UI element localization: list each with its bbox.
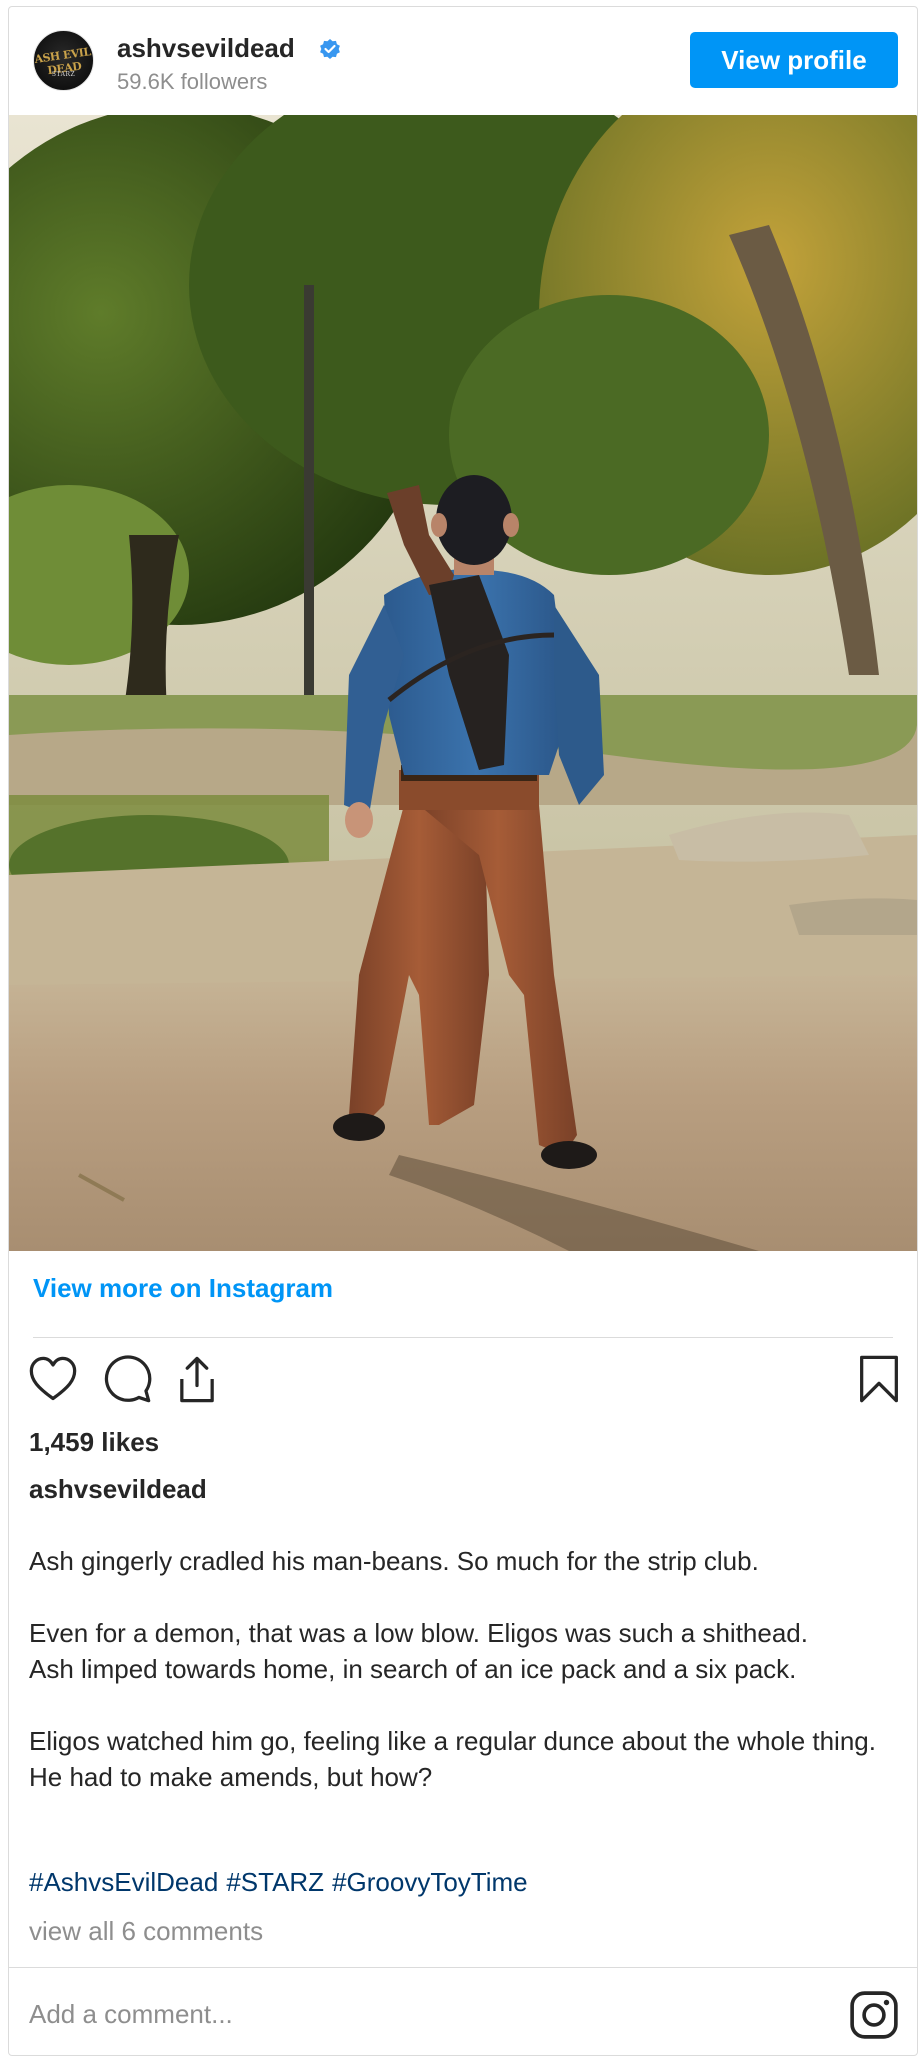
caption-line: Ash gingerly cradled his man-beans. So m… [29, 1546, 759, 1576]
hashtag-link[interactable]: #GroovyToyTime [332, 1867, 528, 1897]
instagram-logo-icon[interactable] [849, 1990, 899, 2040]
instagram-embed-card: ASH EVIL DEAD STARZ ashvsevildead 59.6K … [8, 6, 918, 2056]
caption-username[interactable]: ashvsevildead [29, 1474, 207, 1505]
caption-line: Ash limped towards home, in search of an… [29, 1654, 797, 1684]
like-button[interactable] [27, 1353, 79, 1405]
share-button[interactable] [171, 1353, 223, 1405]
caption-paragraph: Ash gingerly cradled his man-beans. So m… [29, 1543, 909, 1579]
caption-line: He had to make amends, but how? [29, 1762, 433, 1792]
save-button[interactable] [853, 1353, 905, 1405]
view-profile-button[interactable]: View profile [690, 32, 898, 88]
post-photo[interactable] [9, 115, 917, 1251]
caption-line: Eligos watched him go, feeling like a re… [29, 1726, 876, 1756]
avatar-logo-subtext: STARZ [51, 71, 76, 78]
avatar[interactable]: ASH EVIL DEAD STARZ [33, 30, 94, 91]
share-icon [180, 1356, 214, 1403]
hashtag-link[interactable]: #STARZ [226, 1867, 324, 1897]
view-more-on-instagram-link[interactable]: View more on Instagram [33, 1273, 333, 1304]
caption-paragraph: Even for a demon, that was a low blow. E… [29, 1615, 909, 1687]
post-header: ASH EVIL DEAD STARZ ashvsevildead 59.6K … [9, 7, 917, 115]
caption-paragraph: Eligos watched him go, feeling like a re… [29, 1723, 909, 1795]
caption-line: Even for a demon, that was a low blow. E… [29, 1618, 808, 1648]
comment-button[interactable] [101, 1353, 153, 1405]
verified-badge-icon [320, 39, 340, 59]
divider [9, 1967, 917, 1968]
heart-icon [29, 1356, 77, 1401]
like-count[interactable]: 1,459 likes [29, 1427, 159, 1458]
divider [33, 1337, 893, 1338]
follower-count: 59.6K followers [117, 69, 268, 94]
comment-bubble-icon [104, 1355, 152, 1403]
add-comment-input[interactable]: Add a comment... [29, 1999, 233, 2030]
post-image [9, 115, 917, 1251]
caption: Ash gingerly cradled his man-beans. So m… [29, 1543, 909, 1831]
profile-username[interactable]: ashvsevildead [117, 33, 295, 64]
view-all-comments-link[interactable]: view all 6 comments [29, 1916, 263, 1947]
bookmark-icon [860, 1355, 898, 1403]
hashtags: #AshvsEvilDead #STARZ #GroovyToyTime [29, 1867, 536, 1898]
hashtag-link[interactable]: #AshvsEvilDead [29, 1867, 218, 1897]
